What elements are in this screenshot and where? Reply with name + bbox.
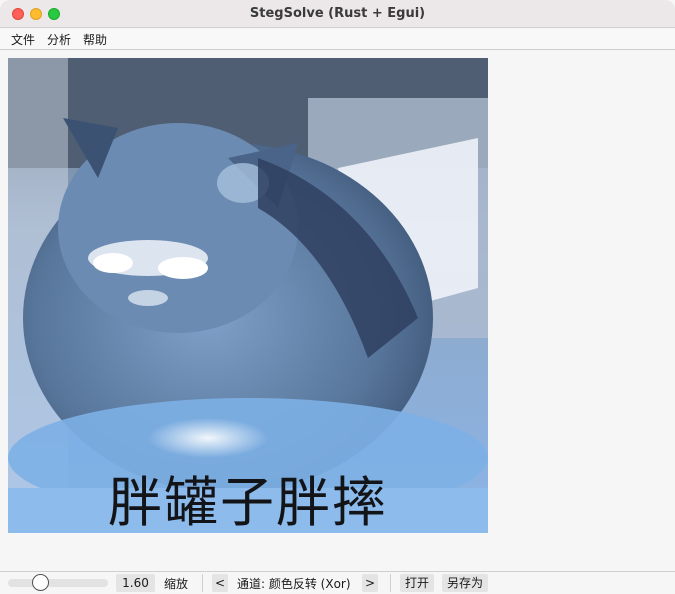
menu-bar: 文件 分析 帮助	[0, 29, 675, 50]
menu-help[interactable]: 帮助	[83, 31, 107, 48]
zoom-label: 缩放	[164, 577, 189, 591]
image-canvas[interactable]: 胖罐子胖摔	[0, 50, 675, 571]
next-channel-button[interactable]: >	[362, 574, 378, 592]
prev-channel-button[interactable]: <	[212, 574, 228, 592]
app-window: StegSolve (Rust + Egui) 文件 分析 帮助 胖罐子胖摔 1…	[0, 0, 675, 594]
zoom-slider-handle[interactable]	[32, 574, 49, 591]
save-as-button[interactable]: 另存为	[442, 574, 488, 592]
image-preview: 胖罐子胖摔	[8, 58, 488, 533]
channel-label: 通道: 颜色反转 (Xor)	[237, 577, 351, 591]
zoom-value-field[interactable]: 1.60	[116, 574, 155, 592]
menu-file[interactable]: 文件	[11, 31, 35, 48]
title-bar: StegSolve (Rust + Egui)	[0, 0, 675, 28]
status-bar: 1.60 缩放 < 通道: 颜色反转 (Xor) > 打开 另存为	[0, 571, 675, 594]
window-title: StegSolve (Rust + Egui)	[249, 6, 426, 21]
image-caption: 胖罐子胖摔	[108, 471, 388, 533]
separator	[390, 574, 391, 592]
zoom-slider[interactable]	[8, 579, 108, 587]
menu-analyze[interactable]: 分析	[47, 31, 71, 48]
open-button[interactable]: 打开	[400, 574, 434, 592]
separator	[202, 574, 203, 592]
